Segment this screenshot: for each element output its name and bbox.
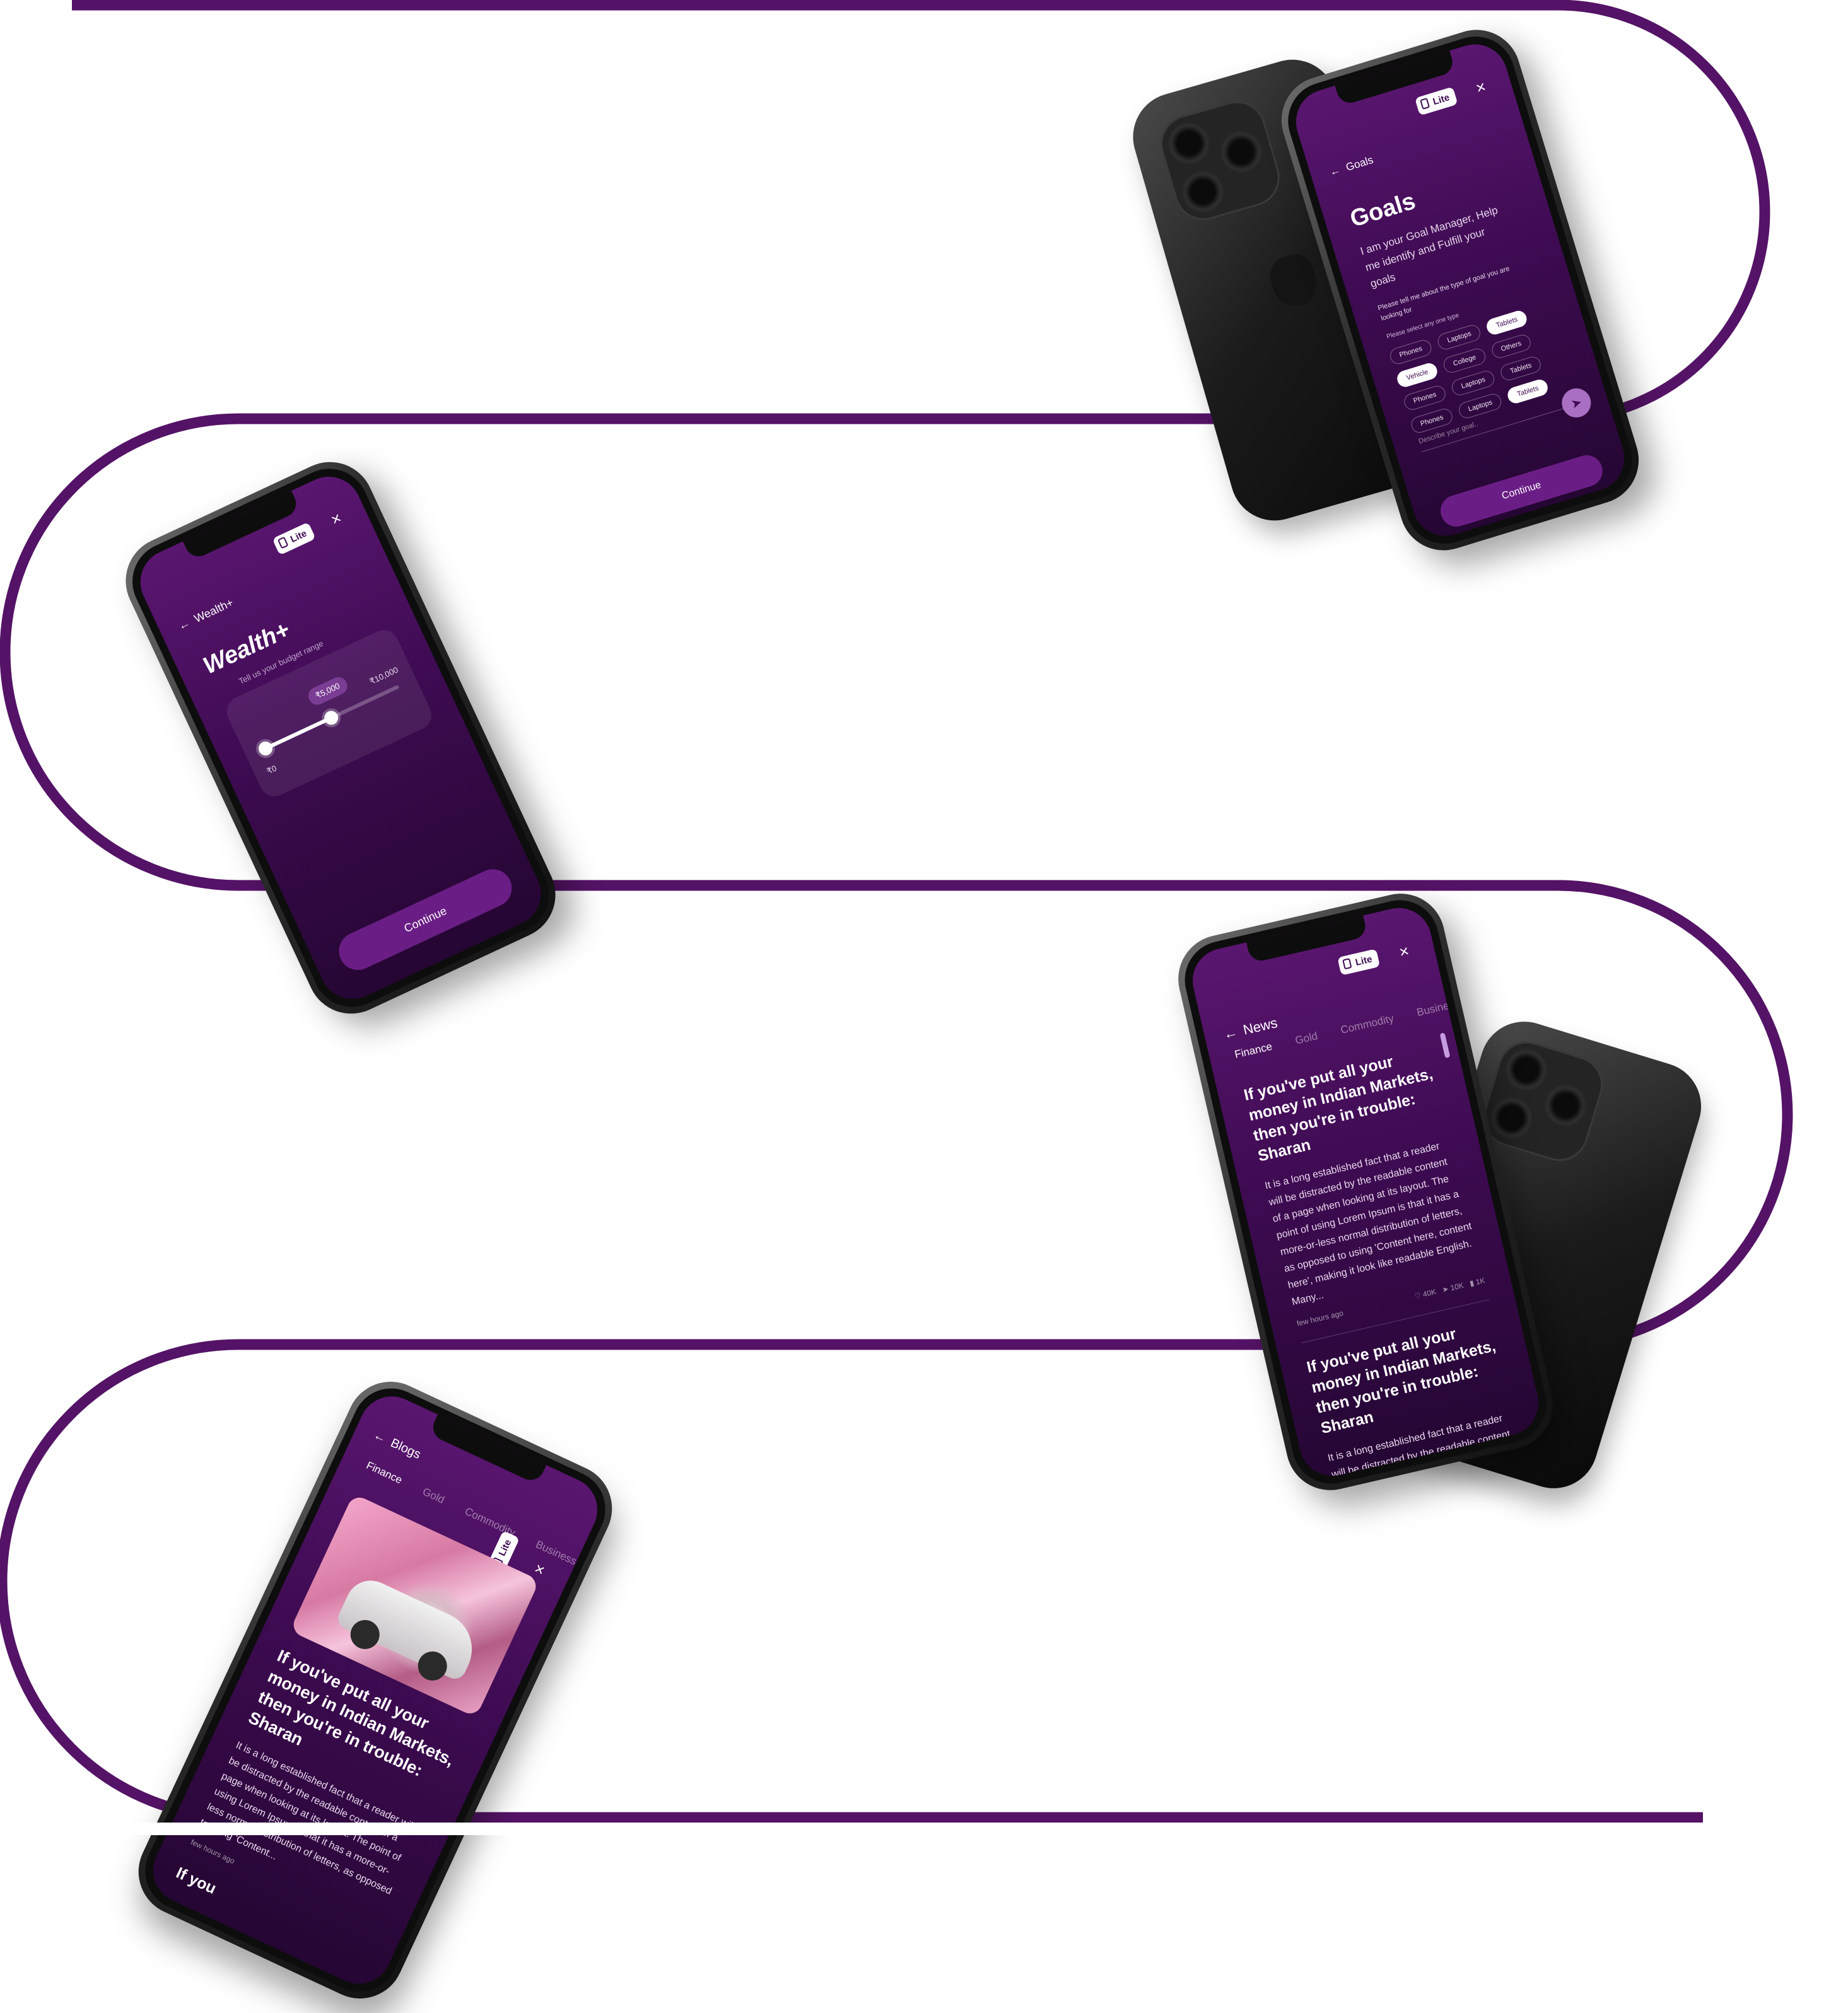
lite-badge[interactable]: Lite [272, 522, 316, 556]
scrollbar[interactable] [1439, 1032, 1451, 1059]
phone-icon [1342, 958, 1352, 970]
back-arrow-icon: ← [176, 616, 192, 633]
tab-gold[interactable]: Gold [421, 1485, 447, 1506]
goal-chip[interactable]: Vehicle [1395, 361, 1440, 389]
phone-icon [278, 536, 289, 549]
back-button[interactable]: ← Goals [1328, 154, 1375, 179]
camera-lens-icon [1485, 1092, 1538, 1145]
tab-finance[interactable]: Finance [1234, 1041, 1273, 1061]
goal-chip[interactable]: Laptops [1436, 323, 1483, 352]
back-button[interactable]: ←Blogs [371, 1428, 423, 1462]
back-arrow-icon: ← [1328, 163, 1342, 178]
slider-fill [262, 716, 332, 751]
back-label: Blogs [388, 1435, 423, 1462]
goal-chip[interactable]: Phones [1388, 337, 1434, 366]
camera-lens-icon [1539, 1079, 1592, 1132]
camera-lens-icon [1500, 1044, 1553, 1096]
close-icon[interactable]: × [1397, 941, 1411, 962]
slider-value-knob[interactable] [322, 708, 341, 727]
bookmark-icon[interactable]: ▮ [1469, 1278, 1475, 1288]
goal-chip[interactable]: Laptops [1450, 368, 1497, 397]
like-icon[interactable]: ♡ [1413, 1291, 1422, 1301]
lite-label: Lite [1431, 92, 1451, 108]
lite-label: Lite [1354, 954, 1374, 969]
like-count: 40K [1422, 1287, 1437, 1299]
news-article[interactable]: If you've put all your money in Indian M… [1242, 1042, 1486, 1328]
close-icon[interactable]: × [1473, 77, 1488, 98]
apple-logo-icon [1265, 250, 1323, 311]
slider-min-label: ₹0 [265, 763, 279, 776]
back-arrow-icon: ← [1222, 1024, 1239, 1042]
share-icon[interactable]: ➤ [1441, 1285, 1449, 1295]
share-count: 10K [1449, 1280, 1465, 1293]
tab-gold[interactable]: Gold [1294, 1030, 1319, 1047]
close-icon[interactable]: × [328, 508, 344, 530]
camera-module [1476, 1034, 1610, 1169]
goal-chip[interactable]: Others [1489, 332, 1533, 360]
camera-lens-icon [1177, 166, 1229, 218]
lite-label: Lite [288, 528, 309, 546]
camera-lens-icon [1215, 126, 1267, 178]
lite-badge[interactable]: Lite [1337, 948, 1381, 976]
camera-module [1154, 94, 1287, 227]
crop-mask [0, 1823, 1848, 1835]
goal-chip[interactable]: Phones [1402, 383, 1448, 412]
lite-badge[interactable]: Lite [1415, 86, 1458, 116]
back-arrow-icon: ← [371, 1428, 389, 1446]
camera-lens-icon [1163, 117, 1215, 170]
back-button[interactable]: ← News [1222, 1015, 1279, 1043]
back-label: News [1241, 1014, 1279, 1038]
close-icon[interactable]: × [532, 1558, 548, 1580]
back-label: Goals [1344, 153, 1375, 173]
article-time: few hours ago [1295, 1309, 1345, 1328]
goal-chip[interactable]: Tablets [1499, 354, 1543, 383]
tab-commodity[interactable]: Commodity [1340, 1012, 1395, 1037]
page-title: Goals [1347, 187, 1419, 233]
slider-min-knob[interactable] [256, 739, 275, 758]
lite-label: Lite [496, 1537, 514, 1558]
budget-slider[interactable]: ₹5,000 ₹0 ₹10,000 [256, 665, 400, 776]
phone-icon [1420, 97, 1430, 110]
car-illustration [334, 1572, 484, 1686]
goal-chip[interactable]: Tablets [1485, 308, 1529, 337]
page-title: Wealth+ [199, 616, 294, 680]
slider-value-bubble: ₹5,000 [305, 674, 350, 708]
slider-max-label: ₹10,000 [368, 665, 400, 687]
goal-chip[interactable]: College [1442, 346, 1488, 375]
bookmark-count: 1K [1475, 1276, 1486, 1287]
